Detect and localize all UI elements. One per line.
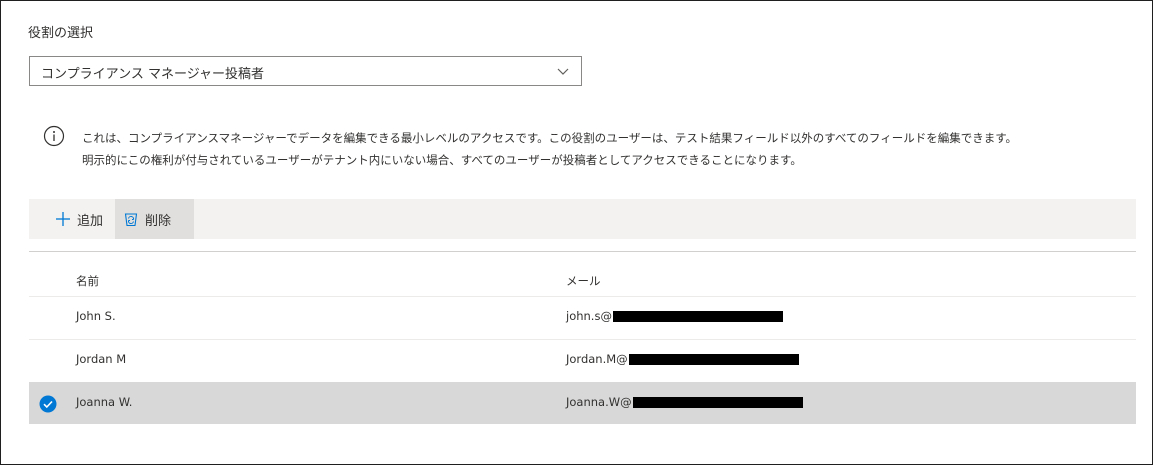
- user-name: John S.: [76, 309, 116, 323]
- user-email-prefix: Joanna.W@: [566, 395, 632, 409]
- add-icon: [56, 212, 70, 226]
- user-email-prefix: Jordan.M@: [566, 352, 628, 366]
- role-select-label: 役割の選択: [28, 26, 94, 41]
- column-header-email[interactable]: メール: [566, 273, 601, 289]
- user-email-prefix: john.s@: [566, 309, 612, 323]
- redacted-domain: [628, 353, 799, 365]
- toolbar-divider: [29, 251, 1136, 252]
- role-description-line1: これは、コンプライアンスマネージャーでデータを編集できる最小レベルのアクセスです…: [82, 131, 1018, 145]
- role-dropdown[interactable]: コンプライアンス マネージャー投稿者: [29, 56, 582, 86]
- role-description-line2: 明示的にこの権利が付与されているユーザーがテナント内にいない場合、すべてのユーザ…: [82, 153, 802, 167]
- role-dropdown-value: コンプライアンス マネージャー投稿者: [41, 67, 265, 82]
- table-row-selected[interactable]: Joanna W. Joanna.W@: [29, 382, 1136, 424]
- column-header-name[interactable]: 名前: [76, 273, 99, 289]
- user-email: Joanna.W@: [566, 395, 803, 409]
- delete-button-label: 削除: [145, 213, 172, 229]
- redacted-domain: [612, 310, 783, 322]
- user-email: Jordan.M@: [566, 352, 799, 366]
- info-icon: [43, 125, 65, 147]
- user-name: Joanna W.: [76, 395, 133, 409]
- checkmark-circle-icon[interactable]: [39, 395, 57, 413]
- table-row[interactable]: John S. john.s@: [29, 296, 1136, 338]
- user-name: Jordan M: [76, 352, 127, 366]
- role-description: これは、コンプライアンスマネージャーでデータを編集できる最小レベルのアクセスです…: [82, 127, 1017, 171]
- add-button[interactable]: 追加: [55, 199, 103, 239]
- delete-button[interactable]: 削除: [115, 199, 194, 239]
- command-bar: 追加 削除: [29, 199, 1136, 239]
- recycle-bin-icon: [124, 213, 138, 227]
- redacted-domain: [632, 396, 803, 408]
- add-button-label: 追加: [77, 213, 104, 229]
- role-settings-panel: 役割の選択 コンプライアンス マネージャー投稿者 これは、コンプライアンスマネー…: [0, 0, 1153, 465]
- user-email: john.s@: [566, 309, 783, 323]
- table-row[interactable]: Jordan M Jordan.M@: [29, 339, 1136, 381]
- chevron-down-icon: [557, 68, 569, 75]
